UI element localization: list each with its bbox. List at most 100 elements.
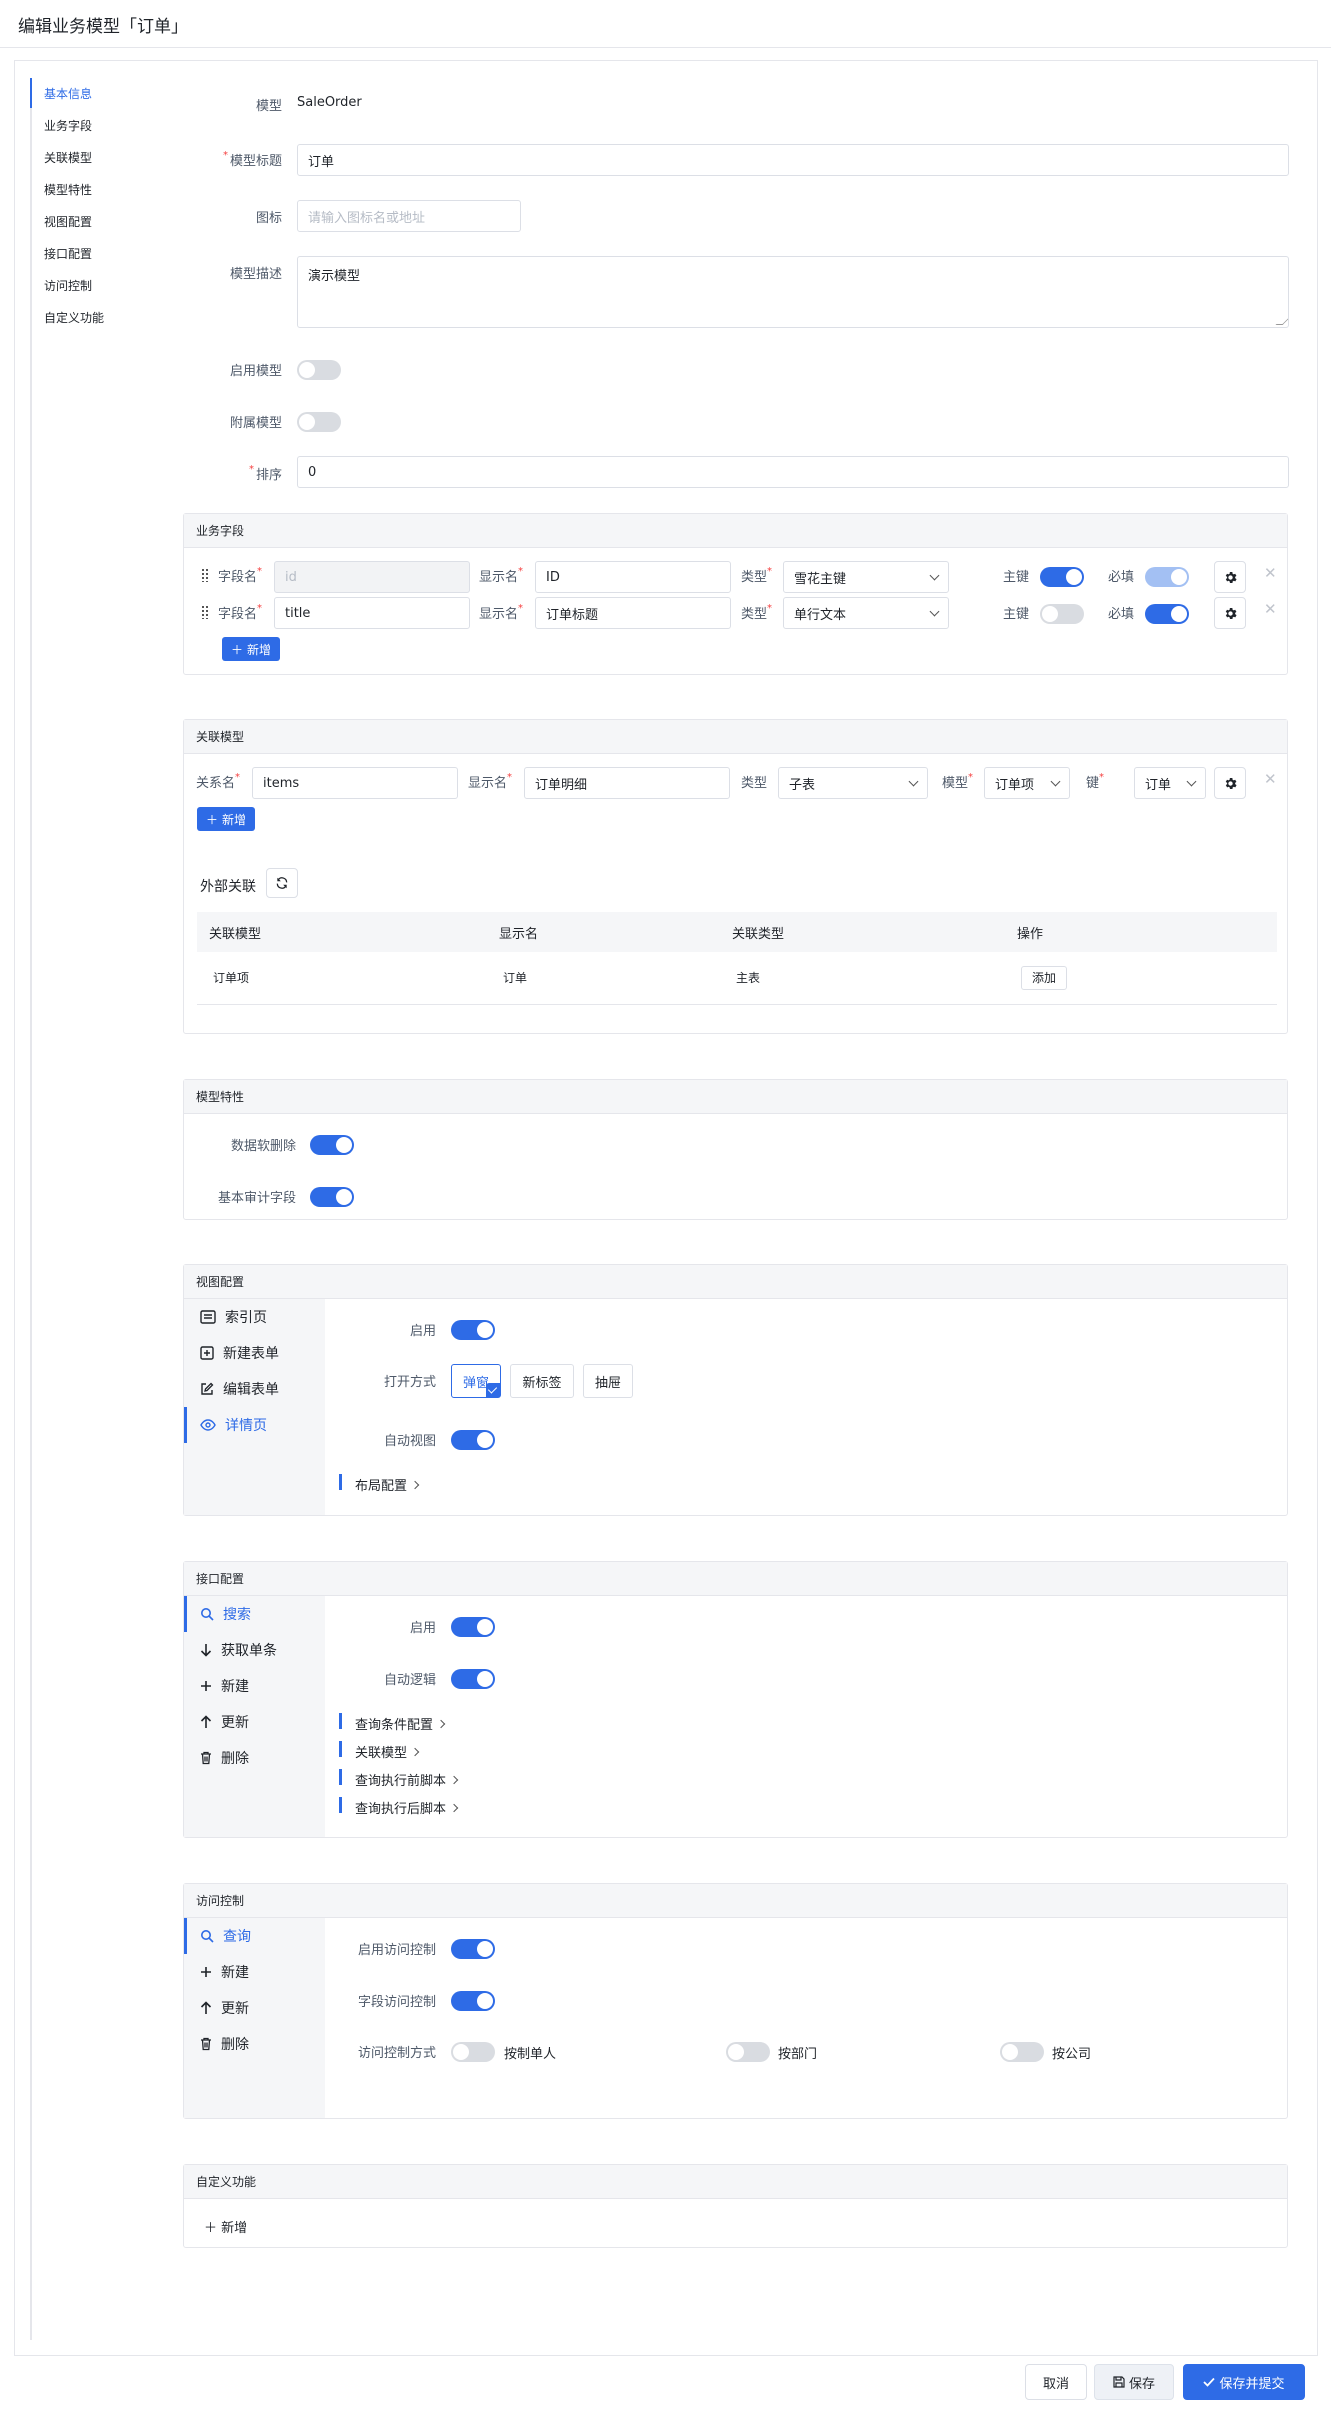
access-item-query[interactable]: 查询 bbox=[184, 1918, 325, 1954]
field-settings-button[interactable] bbox=[1214, 561, 1246, 593]
layout-config-link[interactable]: 布局配置 bbox=[339, 1474, 420, 1494]
view-item-edit-form[interactable]: 编辑表单 bbox=[184, 1371, 325, 1407]
view-enable-switch[interactable] bbox=[451, 1320, 495, 1340]
chevron-down-icon bbox=[908, 776, 919, 786]
soft-delete-switch[interactable] bbox=[310, 1135, 354, 1155]
access-item-label: 新建 bbox=[221, 1965, 249, 1981]
field-name-input[interactable]: title bbox=[274, 597, 470, 629]
nav-relations[interactable]: 关联模型 bbox=[44, 149, 92, 166]
auto-view-switch[interactable] bbox=[451, 1430, 495, 1450]
views-sidebar: 索引页 新建表单 编辑表单 详情页 bbox=[184, 1299, 325, 1515]
auto-logic-switch[interactable] bbox=[451, 1669, 495, 1689]
query-condition-link[interactable]: 查询条件配置 bbox=[339, 1713, 446, 1733]
save-submit-button[interactable]: 保存并提交 bbox=[1183, 2364, 1305, 2400]
add-field-button[interactable]: ＋新增 bbox=[222, 637, 281, 661]
display-name-input[interactable]: 订单标题 bbox=[535, 597, 731, 629]
open-mode-new-tab[interactable]: 新标签 bbox=[510, 1364, 574, 1398]
icon-label: 图标 bbox=[255, 211, 282, 226]
drag-handle-icon[interactable] bbox=[201, 568, 209, 582]
type-select[interactable]: 单行文本 bbox=[783, 597, 949, 629]
title-input[interactable]: 订单 bbox=[297, 144, 1289, 176]
required-switch[interactable] bbox=[1145, 604, 1189, 624]
field-access-switch[interactable] bbox=[451, 1991, 495, 2011]
drag-handle-icon[interactable] bbox=[201, 605, 209, 619]
nav-access[interactable]: 访问控制 bbox=[44, 277, 92, 294]
required-switch[interactable] bbox=[1145, 567, 1189, 587]
add-custom-button[interactable]: ＋ 新增 bbox=[204, 2217, 247, 2236]
desc-textarea[interactable]: 演示模型 bbox=[297, 256, 1289, 328]
nav-fields[interactable]: 业务字段 bbox=[44, 117, 92, 134]
access-item-update[interactable]: 更新 bbox=[184, 1990, 325, 2026]
sort-input[interactable]: 0 bbox=[297, 456, 1289, 488]
close-icon[interactable]: ✕ bbox=[1264, 564, 1277, 582]
field-name-input[interactable]: id bbox=[274, 561, 470, 593]
required-label: 必填 bbox=[1108, 570, 1135, 585]
refresh-button[interactable] bbox=[266, 868, 298, 898]
auto-logic-label: 自动逻辑 bbox=[383, 1673, 436, 1688]
soft-delete-label: 数据软删除 bbox=[230, 1139, 296, 1154]
save-button[interactable]: 保存 bbox=[1094, 2364, 1174, 2400]
add-relation-button[interactable]: ＋新增 bbox=[197, 807, 256, 831]
api-card: 接口配置 搜索 获取单条 新建 更新 删除 启用 自动逻辑 查询条件配置 关联模… bbox=[183, 1561, 1288, 1838]
view-enable-label: 启用 bbox=[409, 1324, 436, 1339]
nav-api[interactable]: 接口配置 bbox=[44, 245, 92, 262]
view-item-new-form[interactable]: 新建表单 bbox=[184, 1335, 325, 1371]
api-item-create[interactable]: 新建 bbox=[184, 1668, 325, 1704]
access-item-create[interactable]: 新建 bbox=[184, 1954, 325, 1990]
attached-model-switch[interactable] bbox=[297, 412, 341, 432]
access-item-label: 删除 bbox=[221, 2037, 249, 2053]
relation-settings-button[interactable] bbox=[1214, 767, 1246, 799]
mode-company-label: 按公司 bbox=[1052, 2047, 1092, 2062]
refresh-icon bbox=[276, 877, 288, 889]
mode-company-switch[interactable] bbox=[1000, 2042, 1044, 2062]
save-icon bbox=[1113, 2376, 1125, 2388]
nav-features[interactable]: 模型特性 bbox=[44, 181, 92, 198]
relation-model-select[interactable]: 订单项 bbox=[984, 767, 1070, 799]
add-relation-action-button[interactable]: 添加 bbox=[1021, 965, 1068, 990]
open-mode-drawer[interactable]: 抽屉 bbox=[583, 1364, 633, 1398]
trash-icon bbox=[201, 2037, 211, 2051]
field-access-label: 字段访问控制 bbox=[357, 1995, 436, 2010]
pre-query-script-link[interactable]: 查询执行前脚本 bbox=[339, 1769, 459, 1789]
cancel-button[interactable]: 取消 bbox=[1025, 2364, 1087, 2400]
relation-model-link[interactable]: 关联模型 bbox=[339, 1741, 420, 1761]
open-mode-modal[interactable]: 弹窗 bbox=[451, 1364, 501, 1398]
cell-model: 订单项 bbox=[197, 952, 487, 1005]
type-select[interactable]: 雪花主键 bbox=[783, 561, 949, 593]
api-item-search[interactable]: 搜索 bbox=[184, 1596, 325, 1632]
icon-input[interactable]: 请输入图标名或地址 bbox=[297, 200, 521, 232]
plus-icon bbox=[201, 1681, 211, 1691]
primary-key-switch[interactable] bbox=[1040, 604, 1084, 624]
api-enable-switch[interactable] bbox=[451, 1617, 495, 1637]
api-item-delete[interactable]: 删除 bbox=[184, 1740, 325, 1776]
view-item-index[interactable]: 索引页 bbox=[184, 1299, 325, 1335]
audit-fields-switch[interactable] bbox=[310, 1187, 354, 1207]
relation-name-input[interactable]: items bbox=[252, 767, 458, 799]
post-query-script-link[interactable]: 查询执行后脚本 bbox=[339, 1797, 459, 1817]
api-item-update[interactable]: 更新 bbox=[184, 1704, 325, 1740]
mode-department-switch[interactable] bbox=[726, 2042, 770, 2062]
close-icon[interactable]: ✕ bbox=[1264, 770, 1277, 788]
nav-basic-info[interactable]: 基本信息 bbox=[44, 85, 92, 102]
gear-icon bbox=[1225, 607, 1237, 619]
close-icon[interactable]: ✕ bbox=[1264, 600, 1277, 618]
access-item-delete[interactable]: 删除 bbox=[184, 2026, 325, 2062]
enable-model-switch[interactable] bbox=[297, 360, 341, 380]
api-item-get-one[interactable]: 获取单条 bbox=[184, 1632, 325, 1668]
nav-views[interactable]: 视图配置 bbox=[44, 213, 92, 230]
display-name-input[interactable]: 订单明细 bbox=[524, 767, 730, 799]
chevron-right-icon bbox=[449, 1803, 459, 1812]
chevron-right-icon bbox=[436, 1719, 446, 1728]
field-settings-button[interactable] bbox=[1214, 597, 1246, 629]
title-label: * 模型标题 bbox=[222, 150, 282, 169]
list-icon bbox=[200, 1310, 216, 1324]
nav-custom[interactable]: 自定义功能 bbox=[44, 309, 104, 326]
primary-key-switch[interactable] bbox=[1040, 567, 1084, 587]
access-enable-switch[interactable] bbox=[451, 1939, 495, 1959]
resize-handle[interactable] bbox=[1275, 318, 1288, 325]
view-item-detail[interactable]: 详情页 bbox=[184, 1407, 325, 1443]
mode-creator-switch[interactable] bbox=[451, 2042, 495, 2062]
relation-key-select[interactable]: 订单 bbox=[1134, 767, 1206, 799]
display-name-input[interactable]: ID bbox=[535, 561, 731, 593]
relation-type-select[interactable]: 子表 bbox=[778, 767, 928, 799]
